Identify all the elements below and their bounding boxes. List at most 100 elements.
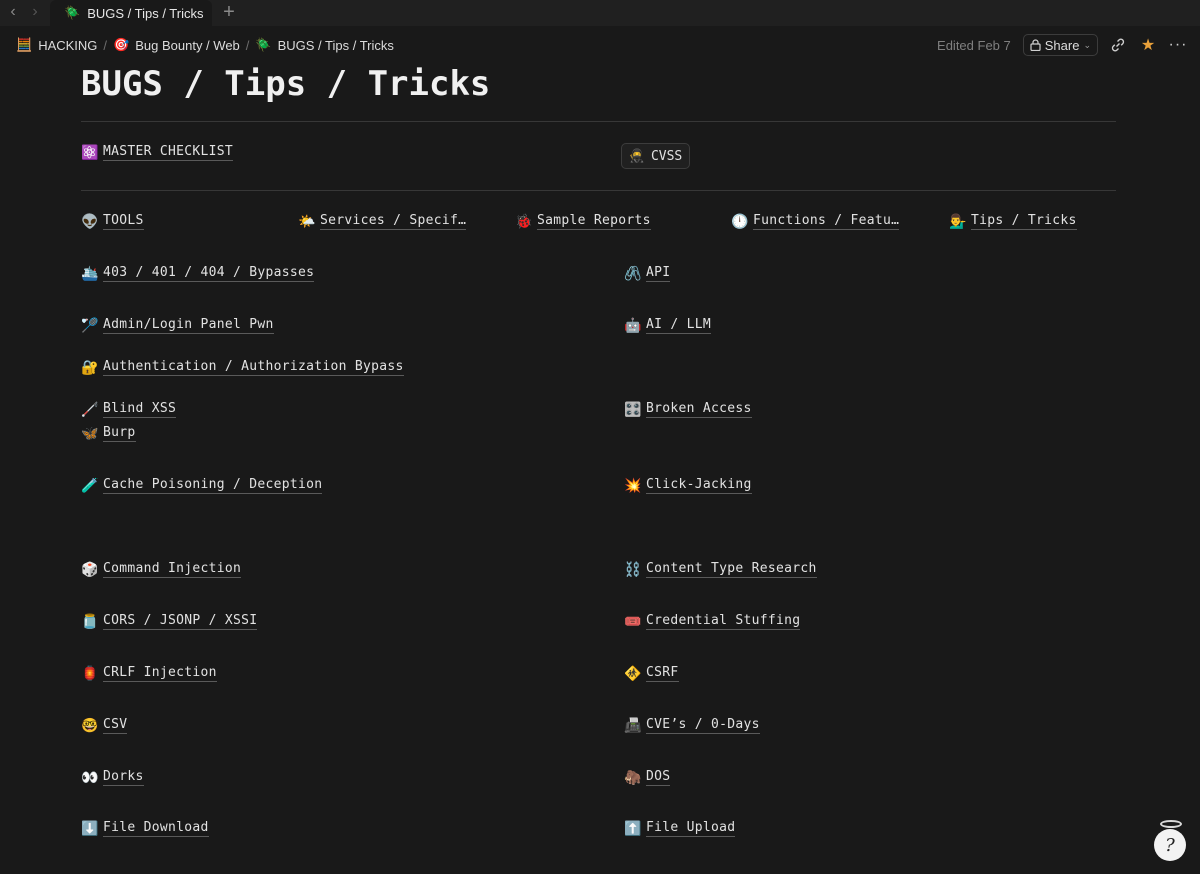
- edited-timestamp: Edited Feb 7: [937, 37, 1011, 53]
- help-button[interactable]: ?: [1154, 829, 1186, 861]
- click-jacking-link[interactable]: 💥 Click-Jacking: [624, 477, 752, 494]
- breadcrumb-item-bugs[interactable]: 🪲 BUGS / Tips / Tricks: [251, 35, 397, 55]
- api-link[interactable]: 🖇️ API: [624, 265, 671, 282]
- crossing-sign-icon: 🚸: [624, 665, 642, 682]
- breadcrumb-separator: /: [245, 37, 250, 53]
- clock-icon: 🕛: [731, 213, 749, 230]
- lantern-icon: 🏮: [81, 665, 99, 682]
- control-knobs-icon: 🎛️: [624, 401, 642, 418]
- robot-icon: 🤖: [624, 317, 642, 334]
- link-label: Dorks: [103, 769, 144, 786]
- chains-icon: ⛓️: [624, 561, 642, 578]
- breadcrumb-label: BUGS / Tips / Tricks: [277, 37, 394, 53]
- link-label: CVE’s / 0-Days: [646, 717, 760, 734]
- breadcrumb-item-bug-bounty[interactable]: 🎯 Bug Bounty / Web: [109, 35, 244, 55]
- forward-arrow-icon[interactable]: ›: [26, 3, 44, 21]
- cvss-button[interactable]: 🥷 CVSS: [621, 143, 690, 169]
- alien-icon: 👽: [81, 213, 99, 230]
- link-label: File Download: [103, 820, 209, 837]
- command-injection-link[interactable]: 🎲 Command Injection: [81, 561, 242, 578]
- back-arrow-icon[interactable]: ‹: [4, 3, 22, 21]
- lock-key-icon: 🔐: [81, 359, 99, 376]
- link-label: File Upload: [646, 820, 736, 837]
- cvss-label: CVSS: [650, 148, 683, 164]
- dos-link[interactable]: 🦣 DOS: [624, 769, 671, 786]
- master-checklist-link[interactable]: ⚛️ MASTER CHECKLIST: [81, 144, 234, 161]
- file-upload-link[interactable]: ⬆️ File Upload: [624, 820, 736, 837]
- lock-icon: [1030, 39, 1041, 51]
- up-arrow-icon: ⬆️: [624, 820, 642, 837]
- propeller-icon: [1160, 820, 1182, 828]
- help-label: ?: [1165, 834, 1175, 856]
- breadcrumb: 🧮 HACKING / 🎯 Bug Bounty / Web / 🪲 BUGS …: [0, 26, 1200, 64]
- admin-login-link[interactable]: 🏸 Admin/Login Panel Pwn: [81, 317, 274, 334]
- sample-reports-link[interactable]: 🐞 Sample Reports: [515, 213, 651, 230]
- link-label: Services / Specif…: [320, 213, 467, 230]
- link-label: Burp: [103, 425, 136, 442]
- cors-link[interactable]: 🫙 CORS / JSONP / XSSI: [81, 613, 258, 630]
- bypasses-link[interactable]: 🛳️ 403 / 401 / 404 / Bypasses: [81, 265, 315, 282]
- ai-llm-link[interactable]: 🤖 AI / LLM: [624, 317, 712, 334]
- link-icon[interactable]: [1108, 35, 1128, 55]
- target-icon: 🎯: [113, 37, 130, 52]
- browser-tab-bar: ‹ › 🪲 BUGS / Tips / Tricks +: [0, 0, 1200, 26]
- chevron-down-icon: ⌄: [1083, 39, 1091, 50]
- link-label: 403 / 401 / 404 / Bypasses: [103, 265, 315, 282]
- down-arrow-icon: ⬇️: [81, 820, 99, 837]
- blind-xss-link[interactable]: 🦯 Blind XSS: [81, 401, 177, 418]
- more-options-icon[interactable]: ···: [1168, 35, 1188, 55]
- breadcrumb-label: Bug Bounty / Web: [135, 37, 240, 53]
- tab-bugs-tips-tricks[interactable]: 🪲 BUGS / Tips / Tricks: [50, 0, 212, 26]
- nerd-face-icon: 🤓: [81, 717, 99, 734]
- ship-icon: 🛳️: [81, 265, 99, 282]
- beetle-icon: 🪲: [64, 5, 81, 20]
- broken-access-link[interactable]: 🎛️ Broken Access: [624, 401, 752, 418]
- authentication-link[interactable]: 🔐 Authentication / Authorization Bypass: [81, 359, 404, 376]
- abacus-icon: 🧮: [16, 37, 33, 52]
- tab-title: BUGS / Tips / Tricks: [87, 5, 204, 21]
- link-label: CSV: [103, 717, 128, 734]
- test-tube-icon: 🧪: [81, 477, 99, 494]
- butterfly-icon: 🦋: [81, 425, 99, 442]
- atom-icon: ⚛️: [81, 144, 99, 161]
- crlf-link[interactable]: 🏮 CRLF Injection: [81, 665, 217, 682]
- share-label: Share: [1044, 37, 1080, 53]
- functions-link[interactable]: 🕛 Functions / Featu…: [731, 213, 900, 230]
- csv-link[interactable]: 🤓 CSV: [81, 717, 128, 734]
- dice-icon: 🎲: [81, 561, 99, 578]
- dorks-link[interactable]: 👀 Dorks: [81, 769, 144, 786]
- divider: [81, 121, 1116, 122]
- ticket-icon: 🎟️: [624, 613, 642, 630]
- link-label: CRLF Injection: [103, 665, 217, 682]
- ladybug-icon: 🐞: [515, 213, 533, 230]
- fax-machine-icon: 📠: [624, 717, 642, 734]
- plus-icon[interactable]: +: [220, 2, 238, 22]
- csrf-link[interactable]: 🚸 CSRF: [624, 665, 679, 682]
- file-download-link[interactable]: ⬇️ File Download: [81, 820, 209, 837]
- beetle-icon: 🪲: [255, 37, 272, 52]
- cves-link[interactable]: 📠 CVE’s / 0-Days: [624, 717, 760, 734]
- eyes-icon: 👀: [81, 769, 99, 786]
- burp-link[interactable]: 🦋 Burp: [81, 425, 136, 442]
- star-icon[interactable]: ★: [1138, 35, 1158, 55]
- person-tipping-hand-icon: 💁‍♂️: [949, 213, 967, 230]
- jar-icon: 🫙: [81, 613, 99, 630]
- share-button[interactable]: Share ⌄: [1022, 34, 1098, 56]
- tools-link[interactable]: 👽 TOOLS: [81, 213, 144, 230]
- link-label: TOOLS: [103, 213, 144, 230]
- cache-poisoning-link[interactable]: 🧪 Cache Poisoning / Deception: [81, 477, 323, 494]
- tips-tricks-link[interactable]: 💁‍♂️ Tips / Tricks: [949, 213, 1077, 230]
- content-type-link[interactable]: ⛓️ Content Type Research: [624, 561, 817, 578]
- services-link[interactable]: 🌤️ Services / Specif…: [298, 213, 467, 230]
- link-label: Authentication / Authorization Bypass: [103, 359, 404, 376]
- credential-stuffing-link[interactable]: 🎟️ Credential Stuffing: [624, 613, 801, 630]
- link-label: API: [646, 265, 671, 282]
- cane-icon: 🦯: [81, 401, 99, 418]
- sparkle-burst-icon: 💥: [624, 477, 642, 494]
- breadcrumb-item-hacking[interactable]: 🧮 HACKING: [12, 35, 101, 55]
- mammoth-icon: 🦣: [624, 769, 642, 786]
- link-label: Click-Jacking: [646, 477, 752, 494]
- link-label: Functions / Featu…: [753, 213, 900, 230]
- breadcrumb-separator: /: [103, 37, 108, 53]
- divider: [81, 190, 1116, 191]
